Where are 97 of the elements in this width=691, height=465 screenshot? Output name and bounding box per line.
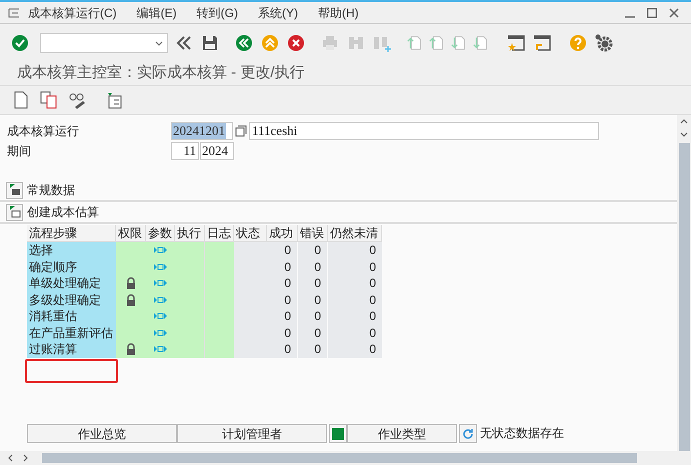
- help-icon[interactable]: [568, 33, 588, 53]
- table-cell: 0: [298, 292, 328, 308]
- parameter-icon[interactable]: [154, 262, 168, 271]
- field-label: 期间: [6, 143, 32, 160]
- table-cell: 0: [328, 292, 382, 308]
- lock-icon: [126, 294, 136, 306]
- screen-title: 成本核算主控室：实际成本核算 - 更改/执行: [17, 63, 304, 84]
- menu-item[interactable]: 系统(Y): [258, 4, 298, 22]
- document-icon[interactable]: [13, 91, 29, 109]
- table-cell: 0: [328, 324, 382, 341]
- parameter-icon[interactable]: [154, 279, 168, 288]
- table-cell[interactable]: 消耗重估: [27, 308, 116, 324]
- settings-icon[interactable]: [594, 33, 614, 53]
- table-cell: 0: [267, 258, 298, 275]
- table-cell[interactable]: 过账清算: [27, 341, 116, 358]
- table-cell[interactable]: 多级处理确定: [27, 292, 116, 308]
- table-cell: 0: [267, 324, 298, 341]
- cancel-icon[interactable]: [286, 33, 306, 53]
- expand-button[interactable]: [6, 182, 23, 198]
- table-cell: 0: [328, 308, 382, 324]
- window-star-icon[interactable]: [506, 33, 526, 53]
- window-arrow-icon[interactable]: [532, 33, 552, 53]
- menu-item[interactable]: 编辑(E): [136, 4, 177, 22]
- column-header[interactable]: 状态: [234, 225, 267, 241]
- input-field[interactable]: 11: [171, 142, 199, 160]
- table-cell[interactable]: 选择: [27, 242, 116, 258]
- refresh-icon[interactable]: [459, 424, 477, 443]
- table-cell: 0: [267, 242, 298, 258]
- lock-icon: [126, 343, 136, 356]
- column-header[interactable]: 日志: [205, 225, 234, 241]
- glasses-pencil-icon[interactable]: [69, 91, 87, 109]
- column-header[interactable]: 流程步骤: [27, 225, 116, 241]
- table-cell: 0: [298, 308, 328, 324]
- table-cell[interactable]: 在产品重新评估: [27, 324, 116, 341]
- up-icon[interactable]: [260, 33, 280, 53]
- check-icon[interactable]: [10, 33, 30, 53]
- lock-icon: [126, 277, 136, 290]
- command-field[interactable]: [40, 33, 168, 53]
- print-icon[interactable]: [320, 33, 340, 53]
- table-cell: 0: [298, 341, 328, 358]
- table-cell[interactable]: [205, 341, 234, 358]
- input-field[interactable]: 2024: [200, 142, 234, 160]
- back-icon[interactable]: [234, 33, 254, 53]
- table-cell: 0: [298, 275, 328, 292]
- table-cell: 0: [267, 292, 298, 308]
- column-header[interactable]: 权限: [116, 225, 146, 241]
- table-cell: 0: [328, 341, 382, 358]
- table-cell: 0: [328, 242, 382, 258]
- menu-item[interactable]: 转到(G): [196, 4, 238, 22]
- window-menu-icon[interactable]: [8, 8, 20, 18]
- column-header[interactable]: 执行: [175, 225, 205, 241]
- maximize-icon[interactable]: [647, 8, 657, 18]
- expand-button[interactable]: [6, 204, 23, 220]
- table-cell[interactable]: 单级处理确定: [27, 275, 116, 292]
- column-header[interactable]: 参数: [146, 225, 175, 241]
- table-cell: 0: [298, 258, 328, 275]
- section-title: 常规数据: [27, 182, 75, 199]
- parameter-icon[interactable]: [154, 312, 168, 320]
- job-overview-button[interactable]: 作业总览: [27, 424, 177, 443]
- column-header[interactable]: 成功: [267, 225, 298, 241]
- column-header[interactable]: 错误: [298, 225, 328, 241]
- scroll-down-icon[interactable]: [680, 132, 688, 137]
- parameter-icon[interactable]: [154, 296, 168, 304]
- table-cell: 0: [298, 242, 328, 258]
- parameter-icon[interactable]: [154, 328, 168, 337]
- parameter-icon[interactable]: [154, 345, 168, 354]
- planning-manager-button[interactable]: 计划管理者: [177, 424, 327, 443]
- table-cell: 0: [267, 275, 298, 292]
- input-field[interactable]: 20241201: [171, 122, 233, 140]
- table-cell: 0: [328, 258, 382, 275]
- table-cell: 0: [328, 275, 382, 292]
- table-cell: 0: [298, 324, 328, 341]
- column-header[interactable]: 仍然未清: [328, 225, 382, 241]
- field-label: 成本核算运行: [6, 123, 80, 140]
- vertical-scrollbar[interactable]: [678, 143, 690, 451]
- layout-icon[interactable]: [106, 91, 124, 109]
- value-help-icon[interactable]: [235, 125, 247, 137]
- save-icon[interactable]: [200, 33, 220, 53]
- dropdown-caret-icon[interactable]: [155, 40, 163, 46]
- copy-icon[interactable]: [40, 91, 58, 109]
- menu-item[interactable]: 帮助(H): [318, 4, 359, 22]
- table-cell: 0: [267, 308, 298, 324]
- parameter-icon[interactable]: [154, 246, 168, 254]
- table-cell[interactable]: [205, 242, 234, 258]
- horizontal-scrollbar[interactable]: [42, 453, 637, 463]
- table-cell: 0: [267, 341, 298, 358]
- status-message: 无状态数据存在: [480, 425, 564, 442]
- close-icon[interactable]: [669, 8, 679, 18]
- scroll-left-icon[interactable]: [8, 454, 13, 462]
- menu-item[interactable]: 成本核算运行(C): [28, 4, 117, 22]
- input-field[interactable]: 111ceshi: [249, 122, 599, 140]
- scroll-up-icon[interactable]: [680, 119, 688, 124]
- status-light-icon: [329, 424, 347, 443]
- scroll-right-icon[interactable]: [23, 454, 28, 462]
- job-type-button[interactable]: 作业类型: [347, 424, 457, 443]
- section-title: 创建成本估算: [27, 204, 99, 221]
- table-cell[interactable]: 确定顺序: [27, 258, 116, 275]
